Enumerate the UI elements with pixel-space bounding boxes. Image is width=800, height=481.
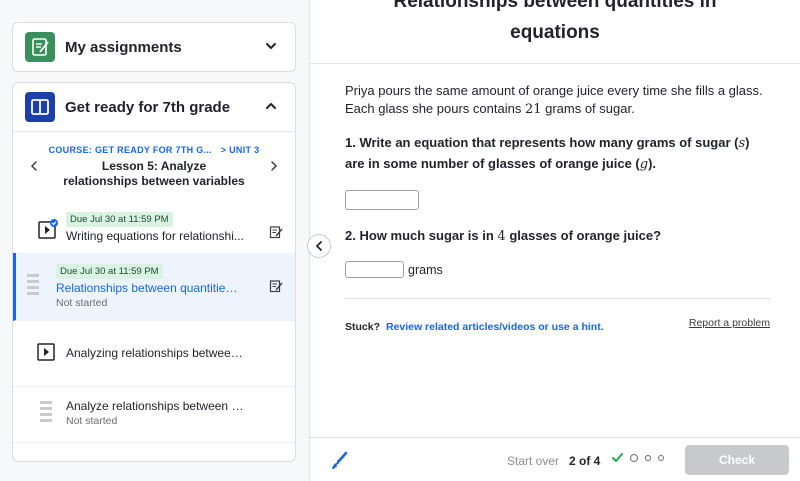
video-icon xyxy=(37,343,55,361)
lesson-navigator: COURSE: GET READY FOR 7TH G... > UNIT 3 … xyxy=(13,131,295,201)
checkmark-icon xyxy=(612,453,623,462)
task-name: Relationships between quantities... xyxy=(56,281,238,295)
progress-dot xyxy=(658,455,664,461)
problem-content: Priya pours the same amount of orange ju… xyxy=(345,82,770,333)
course-card: Get ready for 7th grade COURSE: GET READ… xyxy=(12,82,296,462)
problem-number: 21 xyxy=(524,102,542,117)
exercise-footer: Start over 2 of 4 Check xyxy=(310,437,800,481)
task-name: Analyzing relationships between va... xyxy=(66,346,248,360)
exercise-icon xyxy=(27,274,39,295)
question-1: 1. Write an equation that represents how… xyxy=(345,133,770,175)
task-item[interactable]: Analyze relationships between vari... No… xyxy=(13,387,295,443)
edit-icon xyxy=(269,226,283,239)
due-date-badge: Due Jul 30 at 11:59 PM xyxy=(66,212,173,227)
chevron-right-icon[interactable] xyxy=(267,159,281,173)
task-item[interactable]: Analyzing relationships between va... xyxy=(13,321,295,387)
stuck-label: Stuck? Review related articles/videos or… xyxy=(345,321,604,333)
progress-dot-current xyxy=(630,454,638,462)
course-book-icon xyxy=(25,92,55,122)
divider xyxy=(310,63,800,64)
grams-input[interactable] xyxy=(345,261,404,278)
collapse-sidebar-button[interactable] xyxy=(307,234,331,258)
my-assignments-header[interactable]: My assignments xyxy=(13,23,295,71)
task-item-active[interactable]: Due Jul 30 at 11:59 PM Relationships bet… xyxy=(13,253,295,321)
question-text: ). xyxy=(648,156,657,171)
question-text: glasses of orange juice? xyxy=(505,228,662,243)
due-date-badge: Due Jul 30 at 11:59 PM xyxy=(56,264,163,279)
equation-input[interactable] xyxy=(345,190,419,210)
unit-label: grams xyxy=(408,262,443,277)
assignments-icon xyxy=(25,32,55,62)
progress-dots xyxy=(612,453,664,463)
chevron-up-icon[interactable] xyxy=(263,98,279,114)
chevron-left-icon xyxy=(316,241,322,251)
course-header[interactable]: Get ready for 7th grade xyxy=(13,83,295,131)
edit-icon xyxy=(269,280,283,293)
question-text: 2. How much sugar is in xyxy=(345,228,498,243)
task-status: Not started xyxy=(66,415,118,427)
chevron-down-icon[interactable] xyxy=(263,38,279,54)
course-breadcrumb: COURSE: GET READY FOR 7TH G... > UNIT 3 xyxy=(43,145,265,155)
page-title-line2: equations xyxy=(510,22,600,43)
page-title-line1: Relationships between quantities in xyxy=(393,0,717,12)
problem-text: grams of sugar. xyxy=(541,101,635,116)
task-name: Writing equations for relationshi... xyxy=(66,229,244,243)
question-2: 2. How much sugar is in 4 glasses of ora… xyxy=(345,226,770,247)
sidebar: My assignments Get ready for 7th grade C… xyxy=(0,0,310,481)
course-link[interactable]: COURSE: GET READY FOR 7TH G... xyxy=(49,145,212,155)
report-problem-link[interactable]: Report a problem xyxy=(689,317,770,329)
my-assignments-card[interactable]: My assignments xyxy=(12,22,296,72)
task-status: Not started xyxy=(56,297,108,309)
question-number: 4 xyxy=(497,229,506,244)
video-icon xyxy=(38,219,58,239)
divider xyxy=(345,298,770,299)
exercise-panel: Relationships between quantities in equa… xyxy=(310,0,800,481)
hint-link[interactable]: Review related articles/videos or use a … xyxy=(386,321,604,333)
lesson-title: Lesson 5: Analyze relationships between … xyxy=(63,159,245,188)
progress-dot xyxy=(645,455,651,461)
exercise-icon xyxy=(40,401,52,422)
start-over-button[interactable]: Start over xyxy=(507,454,559,468)
variable-g: g xyxy=(639,157,649,172)
scratchpad-icon[interactable] xyxy=(330,450,350,470)
check-button[interactable]: Check xyxy=(685,445,789,475)
course-title: Get ready for 7th grade xyxy=(65,98,231,116)
problem-statement: Priya pours the same amount of orange ju… xyxy=(345,82,770,119)
my-assignments-title: My assignments xyxy=(65,38,182,56)
progress-indicator: 2 of 4 xyxy=(569,454,601,468)
chevron-left-icon[interactable] xyxy=(27,159,41,173)
question-text: 1. Write an equation that represents how… xyxy=(345,135,739,150)
task-name: Analyze relationships between vari... xyxy=(66,399,248,413)
unit-link[interactable]: > UNIT 3 xyxy=(221,145,260,155)
